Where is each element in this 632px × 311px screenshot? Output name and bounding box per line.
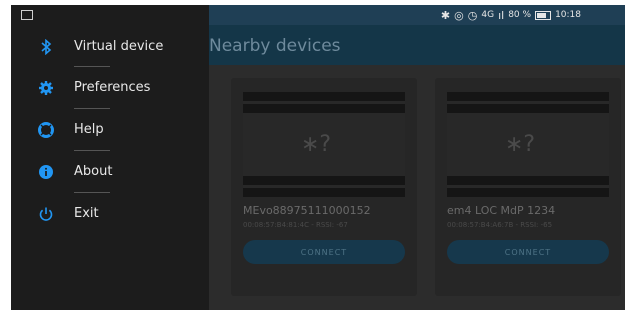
- menu-item-label: Help: [74, 122, 104, 137]
- battery-icon: [535, 10, 552, 20]
- unknown-device-icon: ∗?: [301, 132, 332, 157]
- drawer-status-area: [11, 5, 209, 25]
- connect-button[interactable]: CONNECT: [243, 240, 405, 264]
- unknown-device-icon: ∗?: [505, 132, 536, 157]
- device-list: ∗? MEvo88975111000152 00:08:57:B4:81:4C …: [209, 65, 625, 310]
- navigation-drawer: Virtual device Preferences Help About Ex…: [11, 5, 209, 310]
- battery-percent: 80 %: [508, 10, 532, 20]
- page-title: Nearby devices: [209, 36, 341, 56]
- screenshot-notification-icon: [21, 10, 33, 20]
- info-icon: [38, 164, 54, 180]
- bluetooth-icon: [38, 38, 54, 55]
- signal-icon: ıl: [498, 8, 505, 22]
- network-type: 4G: [481, 10, 495, 20]
- menu-item-about[interactable]: About: [11, 151, 209, 192]
- lifebuoy-icon: [38, 121, 54, 138]
- app-screen: ✱ ◎ ◷ 4G ıl 80 % 10:18 Nearby devices ∗?…: [11, 5, 625, 310]
- clock: 10:18: [555, 10, 581, 20]
- location-icon: ◎: [454, 8, 464, 22]
- connect-button[interactable]: CONNECT: [447, 240, 609, 264]
- device-image-placeholder: ∗?: [243, 92, 405, 197]
- power-icon: [38, 206, 54, 222]
- menu-item-help[interactable]: Help: [11, 109, 209, 150]
- device-details: 00:08:57:B4:A6:7B - RSSI: -65: [447, 221, 553, 229]
- menu-item-preferences[interactable]: Preferences: [11, 67, 209, 108]
- device-card[interactable]: ∗? em4 LOC MdP 1234 00:08:57:B4:A6:7B - …: [435, 78, 621, 296]
- device-image-placeholder: ∗?: [447, 92, 609, 197]
- menu-item-label: About: [74, 164, 113, 179]
- menu-item-label: Preferences: [74, 80, 151, 95]
- device-details: 00:08:57:B4:81:4C - RSSI: -67: [243, 221, 348, 229]
- device-name: MEvo88975111000152: [243, 204, 371, 217]
- gear-icon: [38, 80, 54, 96]
- bluetooth-status-icon: ✱: [440, 8, 451, 22]
- device-name: em4 LOC MdP 1234: [447, 204, 556, 217]
- menu-item-label: Virtual device: [74, 39, 164, 54]
- app-header: Nearby devices: [209, 25, 625, 65]
- menu-item-virtual-device[interactable]: Virtual device: [11, 26, 209, 67]
- status-bar: ✱ ◎ ◷ 4G ıl 80 % 10:18: [209, 5, 625, 25]
- alarm-icon: ◷: [467, 8, 478, 22]
- menu-item-label: Exit: [74, 206, 99, 221]
- device-card[interactable]: ∗? MEvo88975111000152 00:08:57:B4:81:4C …: [231, 78, 417, 296]
- menu-item-exit[interactable]: Exit: [11, 193, 209, 234]
